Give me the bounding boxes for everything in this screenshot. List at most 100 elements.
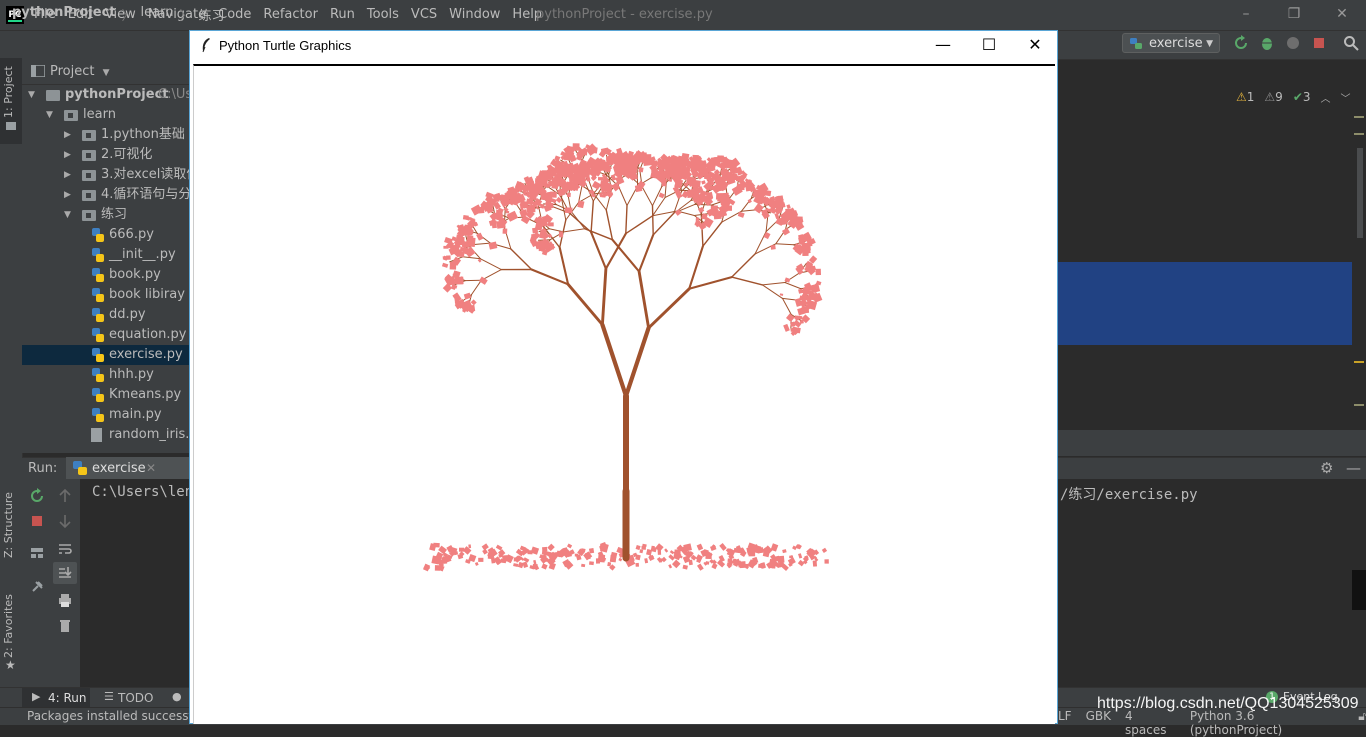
restore-icon[interactable]: ❐ xyxy=(1270,0,1318,30)
tree-item[interactable]: Kmeans.py xyxy=(22,385,190,405)
encoding-widget[interactable]: GBK xyxy=(1086,709,1111,737)
petal xyxy=(636,545,641,550)
chevron-down-icon[interactable]: ▼ xyxy=(46,105,56,125)
chevron-right-icon[interactable]: ▶ xyxy=(64,165,74,185)
stop-icon[interactable] xyxy=(29,513,45,529)
stripe-mark[interactable] xyxy=(1354,116,1364,118)
project-tool-tab[interactable]: 1: Project xyxy=(2,66,15,118)
petal xyxy=(670,550,674,554)
inspection-widget[interactable]: ⚠1 ⚠9 ✔3 ︿ ﹀ xyxy=(1236,90,1351,105)
menu-item-run[interactable]: Run xyxy=(330,7,355,22)
search-icon[interactable] xyxy=(1343,35,1359,51)
tree-item[interactable]: book libiray xyxy=(22,285,190,305)
layout-icon[interactable] xyxy=(29,545,45,561)
tree-item[interactable]: ▶2.可视化 xyxy=(22,145,190,165)
debug-icon[interactable] xyxy=(1259,35,1275,51)
arrow-down-icon[interactable] xyxy=(57,513,73,529)
arrow-up-icon[interactable] xyxy=(57,488,73,504)
minimize-icon[interactable]: – xyxy=(1222,0,1270,30)
tree-item[interactable]: exercise.py xyxy=(22,345,190,365)
tree-item[interactable]: __init__.py xyxy=(22,245,190,265)
tree-item[interactable]: dd.py xyxy=(22,305,190,325)
stop-icon[interactable] xyxy=(1311,35,1327,51)
petal xyxy=(700,190,707,197)
close-icon[interactable]: ✕ xyxy=(1318,0,1366,30)
petal xyxy=(696,164,701,168)
menu-item-vcs[interactable]: VCS xyxy=(411,7,437,22)
trash-icon[interactable] xyxy=(57,617,73,633)
breadcrumb-subfolder[interactable]: 练习 xyxy=(198,5,224,24)
petal xyxy=(639,549,643,553)
tree-item[interactable]: hhh.py xyxy=(22,365,190,385)
run-tool-tab-label: 4: Run xyxy=(48,691,87,705)
menu-item-tools[interactable]: Tools xyxy=(367,7,399,22)
tree-item[interactable]: random_iris. xyxy=(22,425,190,445)
tree-item[interactable]: ▼learn xyxy=(22,105,190,125)
chevron-up-icon[interactable]: ︿ xyxy=(1321,90,1331,105)
petal xyxy=(786,204,790,209)
petal xyxy=(815,269,821,275)
chevron-down-icon[interactable]: ▼ xyxy=(64,205,74,225)
close-icon[interactable]: ✕ xyxy=(146,461,156,475)
petal xyxy=(705,561,709,565)
breadcrumb-separator-icon: 〉 xyxy=(179,5,192,24)
petal xyxy=(454,298,459,305)
project-panel-title[interactable]: Project ▼ xyxy=(50,64,110,79)
turtle-maximize-icon[interactable]: ☐ xyxy=(966,30,1012,60)
tree-item[interactable]: main.py xyxy=(22,405,190,425)
breadcrumb-project[interactable]: pythonProject xyxy=(12,5,116,24)
indent-widget[interactable]: 4 spaces xyxy=(1125,709,1176,737)
rerun-icon[interactable] xyxy=(29,488,45,504)
favorites-tool-tab[interactable]: 2: Favorites xyxy=(2,594,15,658)
tree-branch xyxy=(642,187,652,206)
editor-scrollbar[interactable] xyxy=(1357,148,1363,238)
tree-root[interactable]: ▼ pythonProject C:\Us xyxy=(22,85,190,105)
pin-icon[interactable] xyxy=(29,579,45,595)
turtle-minimize-icon[interactable]: — xyxy=(920,30,966,60)
coverage-icon[interactable] xyxy=(1285,35,1301,51)
turtle-canvas[interactable] xyxy=(194,66,1054,724)
tree-item[interactable]: equation.py xyxy=(22,325,190,345)
folder-icon xyxy=(6,122,16,130)
tree-item[interactable]: 666.py xyxy=(22,225,190,245)
petal xyxy=(589,548,594,553)
rerun-icon[interactable] xyxy=(1233,35,1249,51)
petal xyxy=(478,558,483,562)
chevron-down-icon[interactable]: ﹀ xyxy=(1341,90,1351,105)
hide-panel-icon[interactable]: — xyxy=(1346,459,1361,477)
tree-item[interactable]: ▼练习 xyxy=(22,205,190,225)
chevron-right-icon[interactable]: ▶ xyxy=(64,145,74,165)
petal xyxy=(627,167,631,171)
folder-icon xyxy=(64,110,78,121)
menu-item-refactor[interactable]: Refactor xyxy=(263,7,318,22)
folder-icon xyxy=(82,190,96,201)
tree-item[interactable]: ▶3.对excel读取信 xyxy=(22,165,190,185)
console-scroll-thumb[interactable] xyxy=(1352,570,1366,610)
status-message[interactable]: Packages installed successfu xyxy=(27,709,200,723)
info-icon[interactable]: ● xyxy=(172,690,182,703)
chevron-right-icon[interactable]: ▶ xyxy=(64,185,74,205)
tree-branch xyxy=(732,254,755,277)
soft-wrap-icon[interactable] xyxy=(57,541,73,557)
gear-icon[interactable]: ⚙ xyxy=(1320,459,1333,477)
stripe-mark[interactable] xyxy=(1354,404,1364,406)
interpreter-widget[interactable]: Python 3.6 (pythonProject) xyxy=(1190,709,1344,737)
chevron-right-icon[interactable]: ▶ xyxy=(64,125,74,145)
stripe-mark[interactable] xyxy=(1354,361,1364,363)
tree-branch xyxy=(568,284,602,324)
petal xyxy=(798,553,802,558)
turtle-close-icon[interactable]: ✕ xyxy=(1012,30,1058,60)
lock-icon[interactable]: 🔓︎ xyxy=(1358,709,1366,737)
petal xyxy=(567,193,571,197)
tree-item[interactable]: book.py xyxy=(22,265,190,285)
tree-item[interactable]: ▶4.循环语句与分支 xyxy=(22,185,190,205)
print-icon[interactable] xyxy=(57,592,73,608)
petal xyxy=(607,187,612,191)
breadcrumb-folder[interactable]: learn xyxy=(141,5,174,24)
stripe-mark[interactable] xyxy=(1354,133,1364,135)
tree-item[interactable]: ▶1.python基础 xyxy=(22,125,190,145)
menu-item-window[interactable]: Window xyxy=(449,7,500,22)
structure-tool-tab[interactable]: Z: Structure xyxy=(2,492,15,558)
todo-tool-tab[interactable]: TODO xyxy=(118,691,153,705)
line-separator-widget[interactable]: LF xyxy=(1058,709,1072,737)
